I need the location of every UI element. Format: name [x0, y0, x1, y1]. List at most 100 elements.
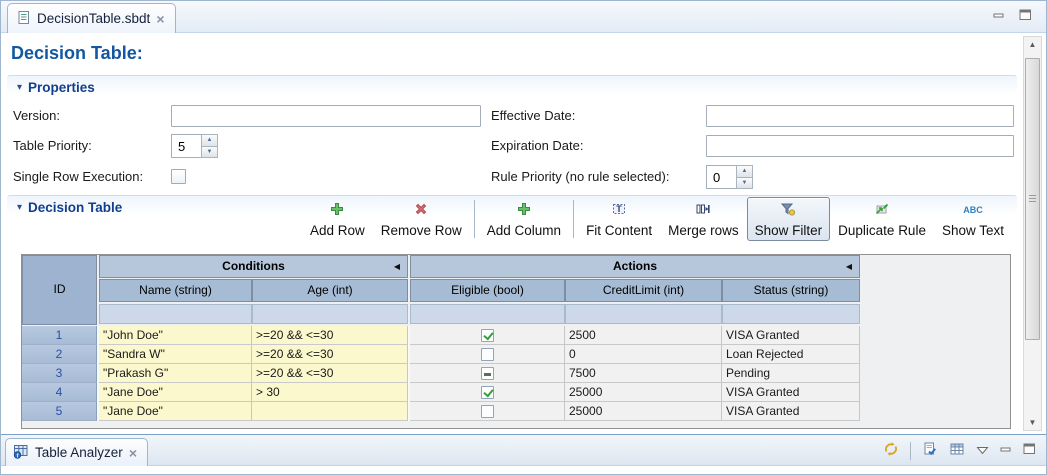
- scrollbar-thumb[interactable]: [1025, 58, 1040, 340]
- show-filter-icon: [780, 201, 796, 220]
- table-row: 2 "Sandra W" >=20 && <=30 0 Loan Rejecte…: [22, 345, 860, 364]
- close-icon[interactable]: ×: [156, 12, 164, 26]
- file-icon: [16, 10, 31, 28]
- effective-date-input[interactable]: [706, 105, 1014, 127]
- column-header-creditlimit[interactable]: CreditLimit (int): [565, 279, 722, 302]
- cell-name[interactable]: "Jane Doe": [99, 402, 252, 421]
- collapse-group-icon[interactable]: ◀: [846, 256, 852, 277]
- table-analyzer-tab[interactable]: f Table Analyzer ×: [5, 438, 148, 466]
- cell-eligible[interactable]: [410, 345, 565, 364]
- eligible-checkbox[interactable]: [481, 329, 494, 342]
- column-header-eligible[interactable]: Eligible (bool): [410, 279, 565, 302]
- cell-age[interactable]: >=20 && <=30: [252, 345, 408, 364]
- cell-age[interactable]: > 30: [252, 383, 408, 402]
- group-header-actions[interactable]: Actions ◀: [410, 255, 860, 278]
- column-header-name[interactable]: Name (string): [99, 279, 252, 302]
- merge-rows-button[interactable]: Merge rows: [660, 197, 747, 241]
- minimize-icon[interactable]: [1000, 443, 1012, 458]
- duplicate-rule-button[interactable]: Duplicate Rule: [830, 197, 934, 241]
- cell-creditlimit[interactable]: 25000: [565, 383, 722, 402]
- filter-cell-status[interactable]: [722, 304, 860, 324]
- table-view-icon[interactable]: [949, 441, 965, 460]
- add-row-button[interactable]: Add Row: [302, 197, 373, 241]
- validate-table-icon[interactable]: [922, 441, 938, 460]
- filter-cell-eligible[interactable]: [410, 304, 565, 324]
- cell-name[interactable]: "Sandra W": [99, 345, 252, 364]
- spin-down-icon[interactable]: ▼: [201, 147, 218, 159]
- cell-status[interactable]: Pending: [722, 364, 860, 383]
- cell-creditlimit[interactable]: 2500: [565, 326, 722, 345]
- editor-tab-decisiontable[interactable]: DecisionTable.sbdt ×: [7, 3, 176, 33]
- rule-priority-label: Rule Priority (no rule selected):: [491, 166, 669, 188]
- effective-date-label: Effective Date:: [491, 105, 575, 127]
- table-priority-label: Table Priority:: [13, 135, 92, 157]
- scroll-up-icon[interactable]: ▲: [1024, 37, 1041, 52]
- remove-row-button[interactable]: Remove Row: [373, 197, 470, 241]
- column-header-age[interactable]: Age (int): [252, 279, 408, 302]
- column-header-status[interactable]: Status (string): [722, 279, 860, 302]
- spin-up-icon[interactable]: ▲: [736, 165, 753, 178]
- view-menu-chevron-icon[interactable]: [976, 443, 989, 458]
- collapse-properties-icon[interactable]: ▾: [17, 82, 22, 93]
- filter-cell-creditlimit[interactable]: [565, 304, 722, 324]
- fit-content-button[interactable]: T Fit Content: [578, 197, 660, 241]
- eligible-checkbox[interactable]: [481, 405, 494, 418]
- cell-name[interactable]: "Prakash G": [99, 364, 252, 383]
- cell-status[interactable]: Loan Rejected: [722, 345, 860, 364]
- rule-priority-spinner[interactable]: ▲ ▼: [706, 165, 753, 189]
- cell-age[interactable]: >=20 && <=30: [252, 364, 408, 383]
- synchronize-icon[interactable]: [883, 441, 899, 460]
- cell-name[interactable]: "Jane Doe": [99, 383, 252, 402]
- collapse-group-icon[interactable]: ◀: [394, 256, 400, 277]
- eligible-checkbox[interactable]: [481, 386, 494, 399]
- cell-creditlimit[interactable]: 0: [565, 345, 722, 364]
- single-row-execution-checkbox[interactable]: [171, 169, 186, 184]
- svg-text:ABC: ABC: [963, 205, 983, 215]
- eligible-checkbox[interactable]: [481, 348, 494, 361]
- row-id[interactable]: 4: [22, 383, 97, 402]
- eligible-checkbox[interactable]: [481, 367, 494, 380]
- cell-creditlimit[interactable]: 7500: [565, 364, 722, 383]
- column-header-id[interactable]: ID: [22, 255, 97, 325]
- filter-cell-age[interactable]: [252, 304, 408, 324]
- cell-status[interactable]: VISA Granted: [722, 383, 860, 402]
- row-id[interactable]: 5: [22, 402, 97, 421]
- row-id[interactable]: 3: [22, 364, 97, 383]
- row-id[interactable]: 2: [22, 345, 97, 364]
- spin-down-icon[interactable]: ▼: [736, 178, 753, 190]
- cell-eligible[interactable]: [410, 326, 565, 345]
- collapse-decision-table-icon[interactable]: ▾: [17, 202, 22, 213]
- cell-age[interactable]: [252, 402, 408, 421]
- table-priority-value[interactable]: [171, 134, 201, 158]
- scroll-down-icon[interactable]: ▼: [1024, 415, 1041, 430]
- minimize-icon[interactable]: [993, 9, 1005, 24]
- show-filter-button[interactable]: Show Filter: [747, 197, 831, 241]
- cell-status[interactable]: VISA Granted: [722, 326, 860, 345]
- table-priority-spinner[interactable]: ▲ ▼: [171, 134, 218, 158]
- maximize-icon[interactable]: [1023, 443, 1036, 458]
- row-id[interactable]: 1: [22, 326, 97, 345]
- cell-eligible[interactable]: [410, 364, 565, 383]
- show-text-button[interactable]: ABC Show Text: [934, 197, 1012, 241]
- decision-table-grid: ID Conditions ◀ Actions ◀ Name (string) …: [21, 254, 1011, 429]
- cell-age[interactable]: >=20 && <=30: [252, 326, 408, 345]
- version-input[interactable]: [171, 105, 481, 127]
- cell-eligible[interactable]: [410, 402, 565, 421]
- filter-cell-name[interactable]: [99, 304, 252, 324]
- spin-up-icon[interactable]: ▲: [201, 134, 218, 147]
- rule-priority-value[interactable]: [706, 165, 736, 189]
- cell-name[interactable]: "John Doe": [99, 326, 252, 345]
- expiration-date-input[interactable]: [706, 135, 1014, 157]
- cell-eligible[interactable]: [410, 383, 565, 402]
- single-row-execution-label: Single Row Execution:: [13, 166, 143, 188]
- cell-creditlimit[interactable]: 25000: [565, 402, 722, 421]
- maximize-icon[interactable]: [1019, 9, 1032, 24]
- group-header-conditions[interactable]: Conditions ◀: [99, 255, 408, 278]
- editor-area: Decision Table: ▾ Properties Version: Ef…: [1, 34, 1047, 434]
- scrollbar-grip: [1029, 195, 1036, 204]
- add-column-button[interactable]: Add Column: [479, 197, 569, 241]
- vertical-scrollbar[interactable]: ▲ ▼: [1023, 36, 1042, 431]
- close-icon[interactable]: ×: [129, 446, 137, 460]
- expiration-date-label: Expiration Date:: [491, 135, 584, 157]
- cell-status[interactable]: VISA Granted: [722, 402, 860, 421]
